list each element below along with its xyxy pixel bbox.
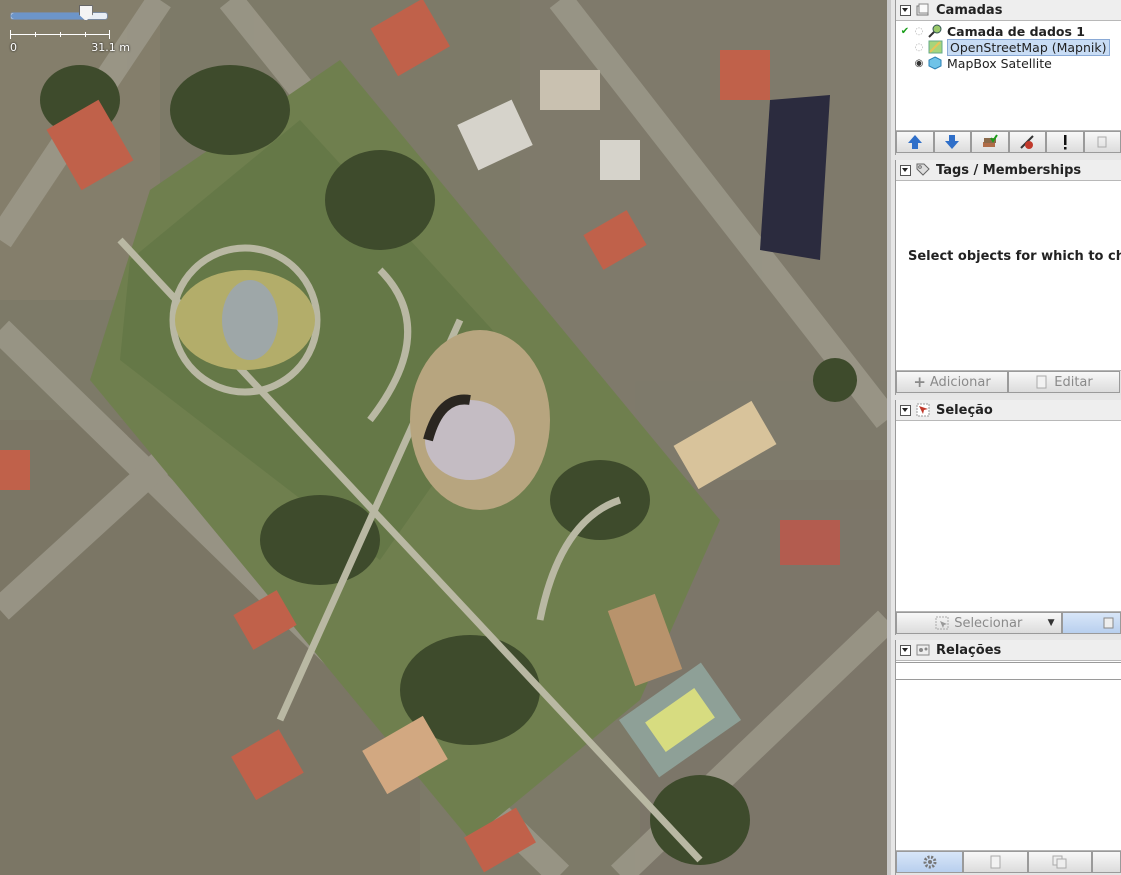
visibility-off-icon[interactable]: ◌ <box>913 26 925 37</box>
exclamation-icon <box>1063 135 1067 150</box>
tags-title-text: Tags / Memberships <box>936 162 1082 178</box>
collapse-icon[interactable] <box>900 4 911 16</box>
add-label: Adicionar <box>929 374 991 390</box>
arrow-down-icon <box>945 135 960 149</box>
zoom-track <box>10 12 108 20</box>
plus-icon: + <box>913 373 926 391</box>
layers-toolbar <box>896 130 1121 155</box>
relation-icon <box>916 644 930 656</box>
layers-dialog-title: Camadas <box>896 0 1121 21</box>
scale-tick <box>109 30 110 39</box>
edit-icon <box>1036 375 1047 389</box>
scale-tick <box>60 32 61 37</box>
scale-tick <box>10 30 11 39</box>
relations-dialog-title: Relações <box>896 640 1121 661</box>
selection-title-text: Seleção <box>936 402 993 418</box>
zoom-slider[interactable] <box>10 5 110 22</box>
layer-row-mapbox[interactable]: ◉ MapBox Satellite <box>896 55 1121 71</box>
data-layer-icon <box>928 24 942 38</box>
selection-extra-button[interactable] <box>1061 612 1121 634</box>
info-button[interactable] <box>1046 131 1084 153</box>
scale-label-start: 0 <box>10 41 17 54</box>
satellite-imagery <box>0 0 887 875</box>
select-label: Selecionar <box>954 615 1023 631</box>
select-cursor-icon <box>935 616 949 630</box>
merge-icon <box>982 134 998 147</box>
toggle-visibility-button[interactable] <box>1008 131 1046 153</box>
eye-icon[interactable]: ◉ <box>913 58 925 69</box>
relations-dialog: Relações <box>895 640 1121 875</box>
relations-toolbar <box>896 850 1121 875</box>
layer-row-osm[interactable]: ◌ OpenStreetMap (Mapnik) <box>896 38 1121 56</box>
clipboard-icon <box>1103 617 1114 629</box>
scale-label-end: 31.1 m <box>91 41 130 54</box>
relations-title-text: Relações <box>936 642 1002 658</box>
collapse-icon[interactable] <box>900 404 911 416</box>
zoom-level-fill <box>11 13 86 19</box>
layers-icon <box>916 3 929 16</box>
tags-dialog-title: Tags / Memberships <box>896 160 1121 181</box>
scale-tick <box>35 32 36 37</box>
dropdown-arrow-icon[interactable]: ▼ <box>1048 618 1055 628</box>
edit-icon <box>990 855 1000 869</box>
layers-title-text: Camadas <box>936 2 1003 18</box>
selection-icon <box>916 403 930 417</box>
osm-layer-icon <box>928 40 943 54</box>
delete-layer-button[interactable] <box>1083 131 1121 153</box>
map-view[interactable]: 0 31.1 m <box>0 0 887 875</box>
edit-relation-button[interactable] <box>963 851 1028 873</box>
layer-name: MapBox Satellite <box>947 55 1052 71</box>
select-button[interactable]: Selecionar ▼ <box>896 612 1062 634</box>
layer-name: OpenStreetMap (Mapnik) <box>947 38 1110 56</box>
gear-icon <box>923 855 937 869</box>
delete-relation-button[interactable] <box>1092 851 1121 873</box>
tags-dialog: Tags / Memberships Select objects for wh… <box>895 160 1121 395</box>
imagery-layer-icon <box>928 56 942 70</box>
scale-bar: 0 31.1 m <box>10 30 130 54</box>
selection-dialog-title: Seleção <box>896 400 1121 421</box>
tag-icon <box>916 163 930 176</box>
merge-layers-button[interactable] <box>971 131 1009 153</box>
relation-filter-input[interactable] <box>896 662 1121 680</box>
add-tag-button[interactable]: + Adicionar <box>896 371 1008 393</box>
tags-toolbar: + Adicionar Editar <box>896 370 1121 395</box>
edit-label: Editar <box>1054 374 1093 390</box>
trash-icon <box>1097 136 1107 148</box>
side-panel: Camadas ✔ ◌ Camada de dados 1 ◌ OpenStre… <box>887 0 1121 875</box>
selection-dialog: Seleção Selecionar ▼ <box>895 400 1121 636</box>
layer-list[interactable]: ✔ ◌ Camada de dados 1 ◌ OpenStreetMap (M… <box>896 21 1121 71</box>
scale-tick <box>85 32 86 37</box>
edit-tag-button[interactable]: Editar <box>1008 371 1120 393</box>
collapse-icon[interactable] <box>900 164 911 176</box>
visibility-off-icon[interactable]: ◌ <box>913 42 925 53</box>
visibility-toggle-icon <box>1020 135 1034 149</box>
layer-row-data[interactable]: ✔ ◌ Camada de dados 1 <box>896 23 1121 39</box>
collapse-icon[interactable] <box>900 644 911 656</box>
active-check-icon[interactable]: ✔ <box>899 26 911 37</box>
arrow-up-icon <box>907 135 922 149</box>
move-down-button[interactable] <box>933 131 971 153</box>
layer-name: Camada de dados 1 <box>947 23 1085 39</box>
selection-toolbar: Selecionar ▼ <box>896 611 1121 636</box>
duplicate-icon <box>1052 855 1067 869</box>
layers-dialog: Camadas ✔ ◌ Camada de dados 1 ◌ OpenStre… <box>895 0 1121 155</box>
tags-empty-message: Select objects for which to change tags. <box>908 249 1121 264</box>
move-up-button[interactable] <box>896 131 934 153</box>
duplicate-relation-button[interactable] <box>1027 851 1093 873</box>
new-relation-button[interactable] <box>896 851 964 873</box>
